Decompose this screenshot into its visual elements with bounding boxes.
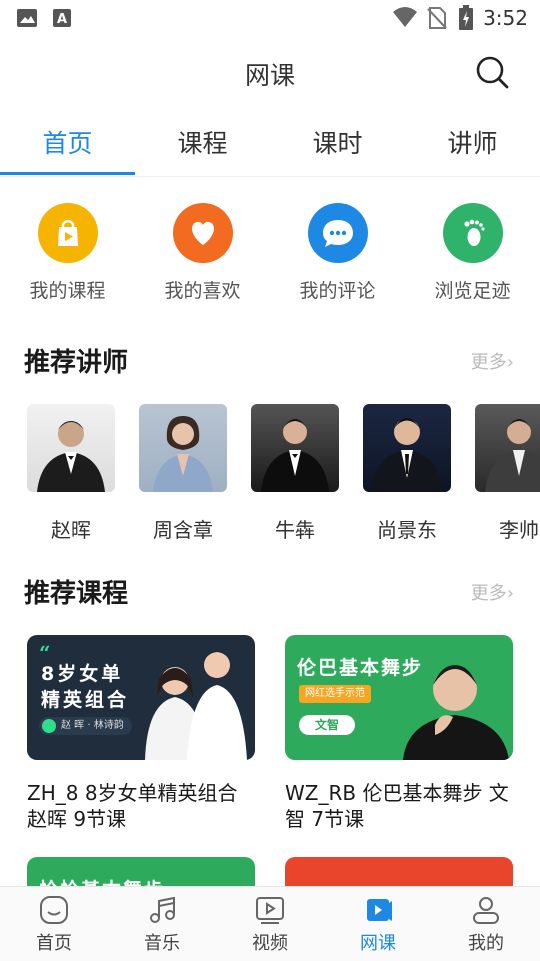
teachers-more-link[interactable]: 更多› bbox=[471, 348, 514, 374]
clock: 3:52 bbox=[483, 6, 528, 30]
course-title: ZH_8 8岁女单精英组合 赵晖 9节课 bbox=[27, 781, 238, 831]
teacher-name: 赵晖 bbox=[51, 518, 91, 542]
gallery-icon bbox=[16, 8, 38, 32]
banner-line1: 恰恰基本舞步 bbox=[39, 875, 165, 886]
bag-icon bbox=[37, 203, 98, 263]
teacher-photo bbox=[475, 404, 540, 492]
my-comments-button[interactable]: 我的评论 bbox=[270, 203, 405, 303]
tab-teachers[interactable]: 讲师 bbox=[405, 124, 540, 160]
nav-label: 网课 bbox=[360, 933, 396, 954]
course-card[interactable] bbox=[285, 857, 513, 886]
dancer-photo bbox=[145, 651, 247, 760]
quick-label: 浏览足迹 bbox=[434, 280, 511, 302]
font-icon: A bbox=[52, 8, 72, 32]
quick-label: 我的评论 bbox=[299, 280, 376, 302]
nav-music[interactable]: 音乐 bbox=[108, 887, 216, 961]
teacher-card[interactable]: 尚景东 bbox=[363, 404, 451, 543]
status-bar: A 3:52 bbox=[0, 0, 540, 36]
course-banner bbox=[285, 857, 513, 886]
active-tab-indicator bbox=[0, 172, 135, 175]
teacher-photo bbox=[363, 404, 451, 492]
no-sim-icon bbox=[427, 6, 447, 34]
courses-section-title: 推荐课程 bbox=[24, 579, 129, 609]
nav-profile[interactable]: 我的 bbox=[432, 887, 540, 961]
tab-courses[interactable]: 课程 bbox=[135, 124, 270, 160]
top-tabs: 首页 课程 课时 讲师 bbox=[0, 114, 540, 177]
nav-course[interactable]: 网课 bbox=[324, 887, 432, 961]
teacher-photo bbox=[139, 404, 227, 492]
teacher-photo bbox=[27, 404, 115, 492]
teacher-name: 周含章 bbox=[153, 518, 213, 542]
app-header: 网课 bbox=[0, 50, 540, 96]
search-icon bbox=[476, 56, 509, 89]
teacher-name: 李帅 bbox=[499, 518, 539, 542]
music-icon bbox=[150, 896, 175, 923]
nav-home[interactable]: 首页 bbox=[0, 887, 108, 961]
wifi-icon bbox=[392, 6, 418, 32]
teacher-card[interactable]: 赵晖 bbox=[27, 404, 115, 543]
page-title: 网课 bbox=[244, 61, 295, 90]
profile-icon bbox=[473, 897, 499, 924]
battery-icon bbox=[458, 5, 474, 35]
comment-icon bbox=[307, 203, 368, 263]
my-courses-button[interactable]: 我的课程 bbox=[0, 203, 135, 303]
teacher-name: 尚景东 bbox=[377, 518, 437, 542]
search-button[interactable] bbox=[474, 54, 510, 90]
home-icon bbox=[40, 896, 68, 924]
instructor-photo bbox=[403, 665, 509, 760]
my-likes-button[interactable]: 我的喜欢 bbox=[135, 203, 270, 303]
teacher-card[interactable]: 李帅 bbox=[475, 404, 540, 543]
quick-actions: 我的课程 我的喜欢 我的评论 浏览足迹 bbox=[0, 203, 540, 303]
footprint-icon bbox=[442, 203, 503, 263]
teacher-card[interactable]: 牛犇 bbox=[251, 404, 339, 543]
course-card[interactable]: 伦巴基本舞步 网红选手示范 文智 WZ_RB 伦巴基本舞步 文智 7节课 bbox=[285, 635, 513, 832]
nav-label: 我的 bbox=[468, 933, 504, 954]
nav-video[interactable]: 视频 bbox=[216, 887, 324, 961]
tab-home[interactable]: 首页 bbox=[0, 124, 135, 160]
teacher-list: 赵晖 周含章 牛犇 尚景东 李帅 bbox=[0, 404, 540, 544]
video-icon bbox=[256, 897, 284, 924]
course-card[interactable]: “ 8岁女单 精英组合 赵 晖 · 林诗韵 ZH_8 8岁女单精英组合 赵晖 9… bbox=[27, 635, 255, 832]
course-banner: 伦巴基本舞步 网红选手示范 文智 bbox=[285, 635, 513, 760]
course-card[interactable]: 恰恰基本舞步 bbox=[27, 857, 255, 886]
bottom-nav: 首页 音乐 视频 网课 我的 bbox=[0, 886, 540, 961]
course-banner: 恰恰基本舞步 bbox=[27, 857, 255, 886]
tab-lessons[interactable]: 课时 bbox=[270, 124, 405, 160]
nav-label: 首页 bbox=[36, 933, 72, 954]
heart-icon bbox=[172, 203, 233, 263]
nav-label: 视频 bbox=[252, 933, 288, 954]
svg-text:A: A bbox=[57, 12, 67, 27]
quick-label: 我的喜欢 bbox=[164, 280, 241, 302]
teachers-section-title: 推荐讲师 bbox=[24, 348, 129, 378]
course-banner: “ 8岁女单 精英组合 赵 晖 · 林诗韵 bbox=[27, 635, 255, 760]
teacher-card[interactable]: 周含章 bbox=[139, 404, 227, 543]
course-icon bbox=[367, 899, 392, 921]
teacher-name: 牛犇 bbox=[275, 518, 315, 542]
browse-history-button[interactable]: 浏览足迹 bbox=[405, 203, 540, 303]
nav-label: 音乐 bbox=[144, 933, 180, 954]
quick-label: 我的课程 bbox=[29, 280, 106, 302]
courses-more-link[interactable]: 更多› bbox=[471, 579, 514, 605]
course-title: WZ_RB 伦巴基本舞步 文智 7节课 bbox=[285, 781, 509, 831]
teacher-photo bbox=[251, 404, 339, 492]
